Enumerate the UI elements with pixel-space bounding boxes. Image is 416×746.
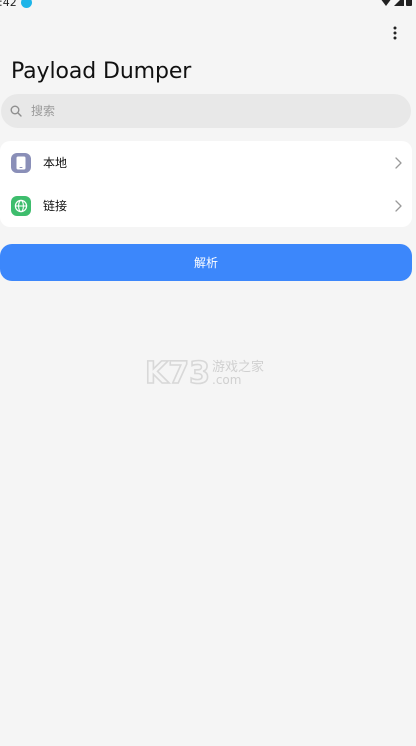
status-time: :42 xyxy=(0,0,17,9)
notification-icon xyxy=(21,0,32,8)
search-input[interactable] xyxy=(29,103,393,119)
phone-icon xyxy=(11,152,31,173)
more-options-button[interactable] xyxy=(388,23,402,43)
signal-icon xyxy=(394,0,404,6)
search-icon xyxy=(10,104,24,118)
status-bar: :42 xyxy=(0,0,416,10)
search-bar[interactable] xyxy=(1,94,411,128)
chevron-right-icon xyxy=(394,199,402,212)
watermark-logo: K73 游戏之家 .com xyxy=(144,355,275,392)
more-vert-icon xyxy=(393,26,397,40)
globe-icon xyxy=(11,195,31,216)
wifi-icon xyxy=(381,0,391,6)
list-item-local[interactable]: 本地 xyxy=(0,141,412,184)
parse-button[interactable]: 解析 xyxy=(0,244,412,281)
battery-icon xyxy=(406,0,412,6)
list-item-label: 链接 xyxy=(43,199,68,213)
list-item-link[interactable]: 链接 xyxy=(0,184,412,227)
list-item-label: 本地 xyxy=(43,156,68,170)
page-title: Payload Dumper xyxy=(11,59,192,84)
status-icons xyxy=(380,0,412,6)
watermark-brand: K73 xyxy=(145,356,210,391)
chevron-right-icon xyxy=(394,156,402,169)
watermark-domain: .com xyxy=(212,373,241,387)
source-list: 本地 链接 xyxy=(0,141,412,227)
